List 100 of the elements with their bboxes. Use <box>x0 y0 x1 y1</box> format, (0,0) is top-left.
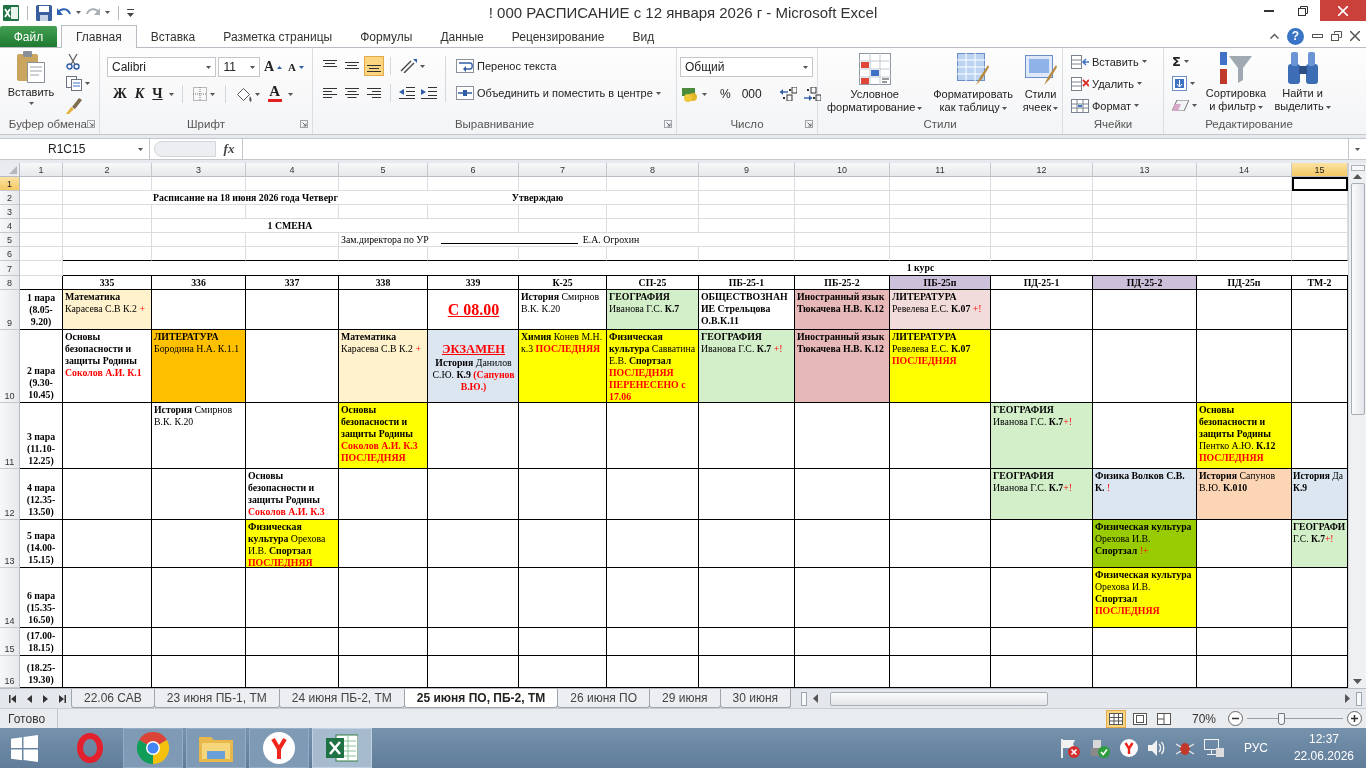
column-header[interactable]: 6 <box>428 163 519 177</box>
column-header[interactable]: 3 <box>152 163 246 177</box>
speaker-icon[interactable] <box>1147 740 1166 756</box>
number-format-combo[interactable]: Общий <box>680 57 813 77</box>
resize-handle[interactable] <box>154 141 216 157</box>
caret-icon[interactable] <box>85 82 90 85</box>
underline-button[interactable]: Ч <box>150 84 165 104</box>
save-icon[interactable] <box>36 4 52 21</box>
caret-icon[interactable] <box>1053 106 1059 110</box>
cells-button[interactable]: Формат <box>1069 96 1159 115</box>
first-arrow-icon[interactable] <box>9 694 16 703</box>
caret-icon[interactable] <box>105 11 110 14</box>
row-header[interactable]: 2 <box>0 191 20 205</box>
row-header[interactable]: 7 <box>0 261 20 276</box>
scroll-down-arrow-icon[interactable] <box>1353 678 1362 684</box>
customize-caret-icon[interactable] <box>127 8 134 17</box>
cells-button[interactable]: Вставить <box>1069 52 1159 71</box>
column-header[interactable]: 11 <box>890 163 991 177</box>
caret-icon[interactable] <box>1001 106 1007 110</box>
ribbon-tab[interactable]: Главная <box>61 25 137 48</box>
editing-button[interactable]: Сортировка и фильтр <box>1202 52 1271 117</box>
column-header[interactable]: 14 <box>1197 163 1292 177</box>
sheet-tab[interactable]: 23 июня ПБ-1, ТМ <box>153 689 280 708</box>
caret-icon[interactable] <box>655 91 661 95</box>
name-box[interactable]: R1C15 <box>0 139 150 159</box>
corner-arrow-icon[interactable] <box>805 120 813 128</box>
split-handle[interactable] <box>1350 165 1365 171</box>
sheet-tab[interactable]: 25 июня ПО, ПБ-2, ТМ <box>403 689 559 708</box>
scroll-thumb[interactable] <box>830 691 1049 706</box>
merge-center-button[interactable]: Объединить и поместить в центре <box>454 83 663 103</box>
y-mark-icon[interactable] <box>1119 739 1138 757</box>
bug-icon[interactable] <box>1175 740 1194 756</box>
corner-arrow-icon[interactable] <box>300 120 308 128</box>
restore-icon[interactable] <box>1331 31 1342 41</box>
caret-icon[interactable] <box>287 92 293 96</box>
caret-icon[interactable] <box>1141 60 1147 63</box>
close-button[interactable] <box>1320 0 1366 21</box>
zoom-out-icon[interactable] <box>1228 711 1243 726</box>
last-arrow-icon[interactable] <box>59 694 66 703</box>
caret-icon[interactable] <box>1192 104 1197 107</box>
prev-arrow-icon[interactable] <box>27 694 32 703</box>
bold-button[interactable]: Ж <box>111 84 129 104</box>
row-header[interactable]: 11 <box>0 403 20 469</box>
caret-icon[interactable] <box>209 92 215 96</box>
caret-icon[interactable] <box>917 106 923 110</box>
row-header[interactable]: 8 <box>0 276 20 290</box>
column-header[interactable]: 2 <box>63 163 152 177</box>
corner-arrow-icon[interactable] <box>664 120 672 128</box>
sheet-tab[interactable]: 30 июня <box>719 689 792 708</box>
row-header[interactable]: 4 <box>0 219 20 233</box>
caret-icon[interactable] <box>803 65 808 69</box>
column-header[interactable]: 15 <box>1292 163 1348 177</box>
sheet-tab[interactable]: 24 июня ПБ-2, ТМ <box>278 689 405 708</box>
row-header[interactable]: 5 <box>0 233 20 247</box>
row-header[interactable]: 1 <box>0 177 20 191</box>
column-header[interactable]: 1 <box>20 163 63 177</box>
caret-icon[interactable] <box>1355 147 1360 151</box>
monitor-icon[interactable] <box>1203 739 1224 757</box>
grow-font-button[interactable]: A <box>261 57 285 77</box>
ribbon-tab[interactable]: Вид <box>618 26 669 47</box>
clock-time[interactable]: 12:37 <box>1308 731 1339 748</box>
font-name-combo[interactable]: Calibri <box>107 57 217 77</box>
column-header[interactable]: 12 <box>991 163 1093 177</box>
caret-icon[interactable] <box>168 92 174 96</box>
active-cell[interactable] <box>1292 177 1348 191</box>
column-header[interactable]: 8 <box>607 163 699 177</box>
styles-button[interactable]: Условное форматирование <box>824 53 926 117</box>
spreadsheet-icon[interactable] <box>3 4 19 21</box>
sheet-tab[interactable]: 22.06 САВ <box>71 689 155 708</box>
taskbar-app[interactable] <box>312 728 372 768</box>
caret-icon[interactable] <box>1134 104 1140 107</box>
scroll-left-arrow-icon[interactable] <box>813 694 819 703</box>
editing-button[interactable]: Найти и выделить <box>1273 52 1332 117</box>
taskbar-app[interactable] <box>123 728 183 768</box>
percent-button[interactable]: % <box>718 84 733 104</box>
flag-icon[interactable] <box>1059 738 1080 758</box>
column-header[interactable]: 7 <box>519 163 607 177</box>
zoom-in-icon[interactable] <box>1347 711 1362 726</box>
caret-icon[interactable] <box>1137 82 1142 85</box>
row-header[interactable]: 16 <box>0 656 20 688</box>
row-header[interactable]: 6 <box>0 247 20 261</box>
cells-button[interactable]: Удалить <box>1069 74 1159 93</box>
help-button[interactable]: ? <box>1287 27 1304 45</box>
taskbar-app[interactable] <box>249 728 309 768</box>
ribbon-tab[interactable]: Данные <box>426 26 498 47</box>
row-header[interactable]: 10 <box>0 330 20 403</box>
caret-icon[interactable] <box>702 92 707 96</box>
column-header[interactable]: 9 <box>699 163 795 177</box>
row-header[interactable]: 9 <box>0 290 20 330</box>
caret-icon[interactable] <box>1183 60 1189 63</box>
next-arrow-icon[interactable] <box>43 694 48 703</box>
wrap-text-button[interactable]: Перенос текста <box>454 56 663 76</box>
corner-arrow-icon[interactable] <box>87 120 95 128</box>
caret-icon[interactable] <box>249 65 255 69</box>
caret-icon[interactable] <box>420 64 425 68</box>
caret-icon[interactable] <box>254 92 260 96</box>
scroll-thumb[interactable] <box>1350 183 1365 415</box>
column-header[interactable]: 13 <box>1093 163 1197 177</box>
thousands-button[interactable]: 000 <box>739 84 764 104</box>
insert-function-button[interactable]: fx <box>216 139 242 159</box>
